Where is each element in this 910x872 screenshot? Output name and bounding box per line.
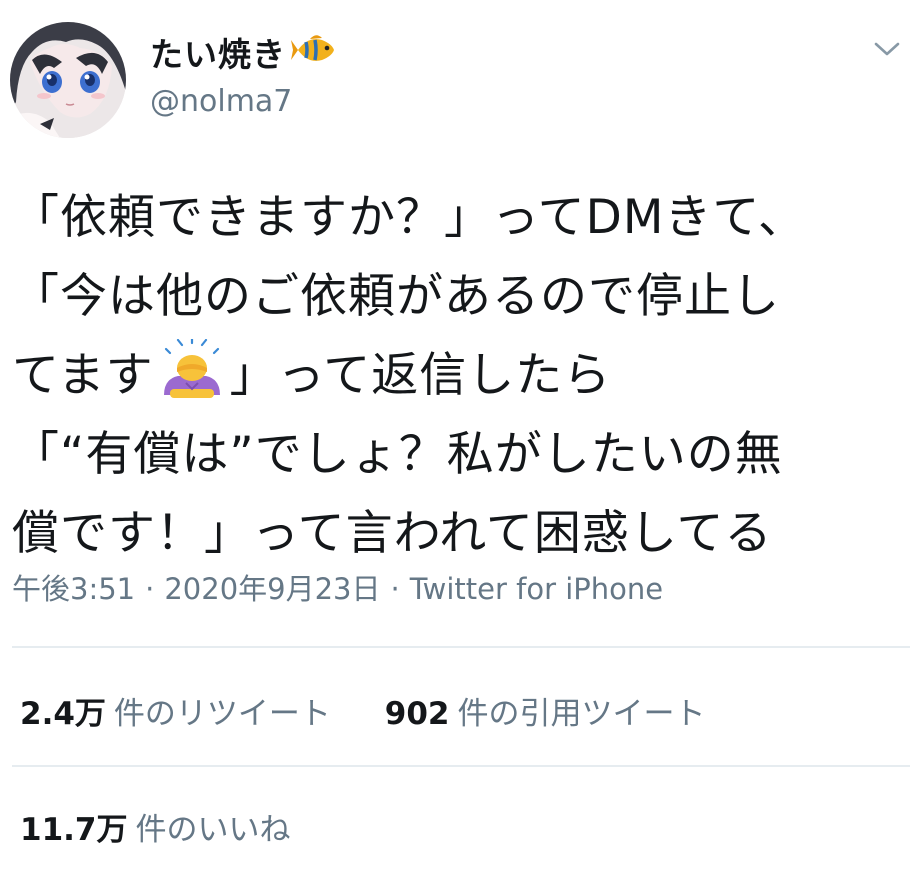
- chevron-down-icon[interactable]: [872, 38, 902, 60]
- person-bowing-emoji: [163, 339, 220, 398]
- retweet-count: 2.4万: [20, 696, 106, 732]
- tweet-text-segment: てます: [12, 348, 154, 403]
- tweet-time[interactable]: 午後3:51: [12, 572, 135, 606]
- tweet-text: 「依頼できますか？」ってDMきて、 「今は他のご依頼があるので停止し てます 」…: [12, 178, 902, 573]
- retweet-label: 件のリツイート: [113, 696, 331, 732]
- divider: [12, 765, 910, 767]
- quote-label: 件の引用ツイート: [457, 696, 706, 732]
- display-name[interactable]: たい焼き: [150, 28, 286, 76]
- tweet-detail: たい焼き @nolma7 「依頼できますか？」ってDMきて、 「今は他のご依頼が…: [0, 0, 910, 872]
- avatar-illustration: [10, 22, 126, 138]
- divider: [12, 646, 910, 648]
- like-label: 件のいいね: [135, 812, 291, 848]
- tweet-text-segment: 」って返信したら: [229, 348, 612, 403]
- tweet-text-line: 「今は他のご依頼があるので停止し: [12, 269, 780, 324]
- tweet-meta: 午後3:51 · 2020年9月23日 · Twitter for iPhone: [12, 566, 663, 608]
- like-count: 11.7万: [20, 812, 128, 848]
- tweet-date[interactable]: 2020年9月23日: [164, 572, 380, 606]
- tweet-text-line: てます 」って返信したら: [12, 336, 902, 415]
- user-handle[interactable]: @nolma7: [150, 84, 292, 119]
- tweet-text-line: 「“有償は”でしょ？私がしたいの無: [12, 427, 783, 482]
- quote-tweets-stat[interactable]: 902 件の引用ツイート: [385, 688, 706, 733]
- meta-separator: ·: [145, 572, 155, 606]
- likes-stat[interactable]: 11.7万 件のいいね: [20, 804, 291, 849]
- stats-row: 2.4万 件のリツイート 902 件の引用ツイート: [20, 688, 706, 733]
- retweets-stat[interactable]: 2.4万 件のリツイート: [20, 688, 331, 733]
- tweet-text-line: 償です！」って言われて困惑してる: [12, 506, 773, 561]
- stats-row: 11.7万 件のいいね: [20, 804, 291, 849]
- meta-separator: ·: [390, 572, 400, 606]
- avatar[interactable]: [10, 22, 126, 138]
- quote-count: 902: [384, 696, 450, 732]
- tweet-text-line: 「依頼できますか？」ってDMきて、: [12, 190, 807, 245]
- fish-icon: [291, 35, 334, 61]
- tweet-source[interactable]: Twitter for iPhone: [410, 572, 663, 606]
